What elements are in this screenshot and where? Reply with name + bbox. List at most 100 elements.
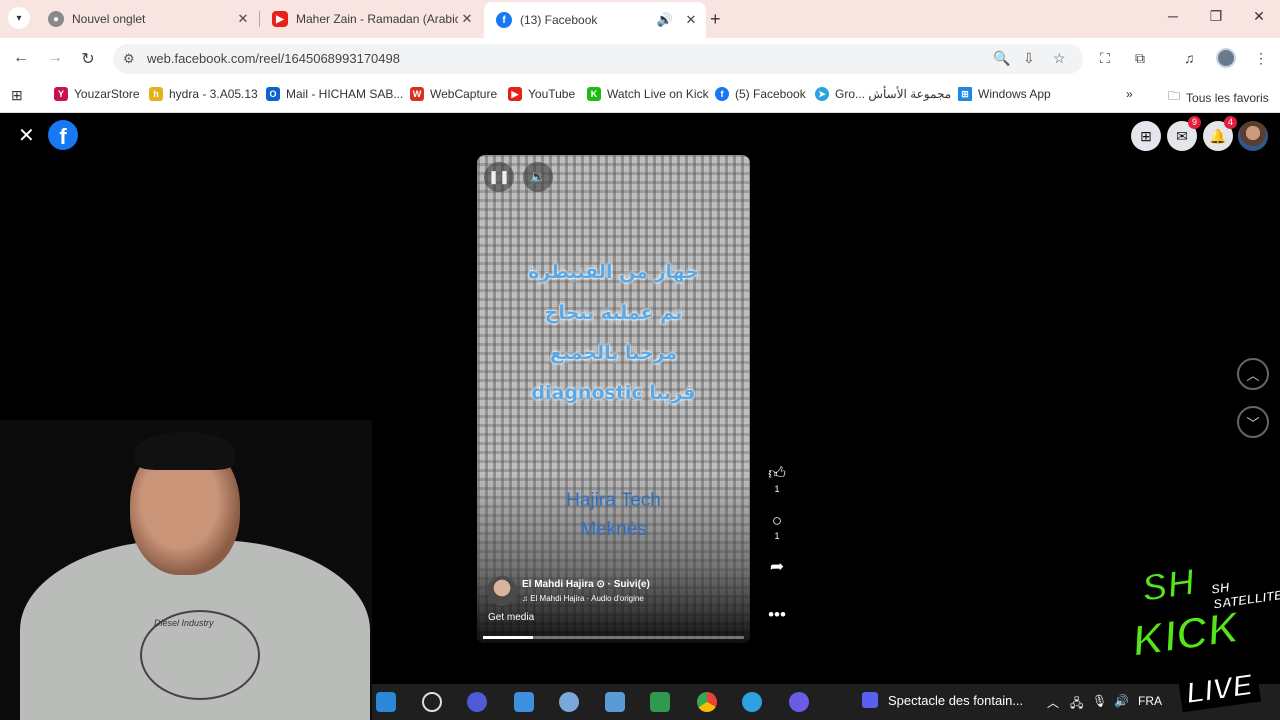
tab-youtube[interactable]: ▶ Maher Zain - Ramadan (Arabic) ✕	[260, 0, 482, 38]
bookmark-group[interactable]: ➤ Gro... مجموعة الأسأش	[815, 87, 951, 101]
webcam-overlay: Diesel Industry	[0, 420, 372, 720]
obs-icon[interactable]	[467, 692, 487, 712]
youtube-icon: ▶	[508, 87, 522, 101]
bookmarks-bar: ⊞ Y YouzarStore h hydra - 3.A05.13 O Mai…	[0, 80, 1280, 113]
get-media-link[interactable]: Get media	[488, 612, 534, 623]
apps-icon[interactable]: ⊞	[11, 87, 23, 104]
tab-title: (13) Facebook	[520, 13, 598, 27]
share-button[interactable]: ➦	[764, 557, 790, 577]
screen-capture-icon[interactable]: ⛶	[1100, 50, 1110, 67]
close-window-button[interactable]: ✕	[1248, 8, 1270, 25]
address-bar[interactable]: ⚙ web.facebook.com/reel/1645068993170498…	[113, 44, 1083, 74]
verified-icon: ⊙	[596, 579, 605, 590]
media-app-icon	[862, 692, 878, 708]
telegram-icon[interactable]	[742, 692, 762, 712]
audio-source[interactable]: ♫ El Mahdi Hajira · Audio d'origine	[522, 594, 650, 603]
network-icon[interactable]: 🖧	[1070, 694, 1083, 715]
close-icon[interactable]: ✕	[18, 123, 35, 148]
video-progress-fill	[483, 636, 533, 639]
shirt-print: Diesel Industry	[140, 610, 260, 700]
reload-button[interactable]: ↻	[78, 49, 98, 69]
facebook-logo[interactable]: f	[48, 120, 78, 150]
zoom-icon[interactable]: 🔍	[993, 50, 1010, 67]
messenger-badge: 9	[1187, 116, 1201, 129]
install-icon[interactable]: ⇩	[1023, 50, 1035, 67]
explorer-icon[interactable]	[514, 692, 534, 712]
back-button[interactable]: ←	[11, 49, 31, 67]
facebook-icon: f	[496, 12, 512, 28]
forward-button[interactable]: →	[45, 49, 65, 67]
close-tab-icon[interactable]: ✕	[234, 11, 252, 27]
bookmark-windows-app[interactable]: ⊞ Windows App	[958, 87, 1051, 101]
reel-video[interactable]: ❚❚ 🔉 جهاز من القنيطرة تم عملية بنجاح مرح…	[477, 155, 750, 643]
tab-new-tab[interactable]: ● Nouvel onglet ✕	[36, 0, 258, 38]
tab-facebook[interactable]: f (13) Facebook 🔊 ✕	[484, 2, 706, 38]
speaker-icon[interactable]: 🔊	[654, 12, 676, 28]
tab-title: Maher Zain - Ramadan (Arabic)	[296, 12, 458, 26]
folder-icon: 🗀	[1168, 89, 1181, 103]
media-control-icon[interactable]: ♫	[1184, 50, 1195, 66]
kick-live-logo: SH SH SATELLITE KICK LIVE	[1120, 555, 1280, 720]
bookmark-mail[interactable]: O Mail - HICHAM SAB...	[266, 87, 403, 101]
bookmark-star-icon[interactable]: ☆	[1053, 50, 1066, 67]
extensions-icon[interactable]: ⧉	[1135, 50, 1145, 67]
close-tab-icon[interactable]: ✕	[458, 11, 476, 27]
screen: ▾ ● Nouvel onglet ✕ ▶ Maher Zain - Ramad…	[0, 0, 1280, 720]
chevron-up-icon[interactable]: ︿	[1047, 694, 1059, 711]
new-tab-button[interactable]: +	[710, 9, 721, 30]
close-tab-icon[interactable]: ✕	[682, 12, 700, 28]
store-icon[interactable]	[376, 692, 396, 712]
comment-icon: ○	[771, 511, 783, 530]
media-widget[interactable]: Spectacle des fontain...	[862, 692, 1023, 708]
satellite-icon[interactable]	[789, 692, 809, 712]
profile-avatar[interactable]	[1216, 48, 1236, 68]
minimize-button[interactable]: ─	[1162, 8, 1184, 24]
tool-icon[interactable]	[559, 692, 579, 712]
bookmark-webcapture[interactable]: W WebCapture	[410, 87, 497, 101]
author-avatar[interactable]	[487, 576, 517, 606]
previous-reel-button[interactable]: ︿	[1237, 358, 1269, 390]
overlay-text-line: diagnostic قريبا	[531, 382, 696, 404]
comment-button[interactable]: ○ 1	[764, 511, 790, 541]
chrome-icon[interactable]	[697, 692, 717, 712]
menu-grid-icon[interactable]: ⊞	[1131, 121, 1161, 151]
profile-avatar[interactable]	[1238, 121, 1268, 151]
bookmark-label: Gro... مجموعة الأسأش	[835, 87, 952, 101]
volume-icon[interactable]: 🔉	[523, 162, 553, 192]
more-bookmarks-icon[interactable]: »	[1126, 87, 1133, 101]
logo-live: LIVE	[1178, 667, 1261, 713]
tab-search-button[interactable]: ▾	[8, 7, 30, 29]
all-bookmarks[interactable]: 🗀 Tous les favoris	[1168, 87, 1269, 108]
next-reel-button[interactable]: ﹀	[1237, 406, 1269, 438]
logo-sh: SH	[1138, 561, 1198, 612]
bookmark-facebook[interactable]: f (5) Facebook	[715, 87, 806, 101]
tab-title: Nouvel onglet	[72, 12, 146, 26]
more-icon: •••	[768, 605, 786, 624]
facebook-icon: f	[715, 87, 729, 101]
bookmark-label: WebCapture	[430, 87, 498, 101]
bookmark-hydra[interactable]: h hydra - 3.A05.13	[149, 87, 258, 101]
follow-status[interactable]: · Suivi(e)	[608, 579, 650, 590]
like-button[interactable]: 👍︎ 1	[764, 463, 790, 494]
video-progress-bar[interactable]	[483, 636, 744, 639]
reel-author[interactable]: El Mahdi Hajira ⊙ · Suivi(e) ♫ El Mahdi …	[487, 576, 650, 606]
messenger-icon[interactable]: ✉ 9	[1167, 116, 1201, 151]
site-info-icon[interactable]: ⚙	[123, 51, 135, 67]
mail-icon: O	[266, 87, 280, 101]
bookmark-kick[interactable]: K Watch Live on Kick	[587, 87, 709, 101]
microphone-icon[interactable]: 🎙	[1092, 694, 1107, 708]
author-name[interactable]: El Mahdi Hajira	[522, 579, 594, 590]
bookmark-youzarstore[interactable]: Y YouzarStore	[54, 87, 140, 101]
logo-kick: KICK	[1128, 602, 1243, 667]
overlay-text-line: جهاز من القنيطرة	[528, 261, 699, 283]
pause-icon[interactable]: ❚❚	[484, 162, 514, 192]
app-icon[interactable]	[650, 692, 670, 712]
bookmark-youtube[interactable]: ▶ YouTube	[508, 87, 575, 101]
calculator-icon[interactable]	[605, 692, 625, 712]
speed-icon[interactable]	[422, 692, 442, 712]
tab-strip: ▾ ● Nouvel onglet ✕ ▶ Maher Zain - Ramad…	[0, 0, 1280, 38]
menu-icon[interactable]: ⋮	[1254, 50, 1268, 67]
restore-button[interactable]: ❐	[1205, 8, 1227, 25]
notifications-icon[interactable]: 🔔 4	[1203, 116, 1237, 151]
more-options-button[interactable]: •••	[764, 605, 790, 625]
